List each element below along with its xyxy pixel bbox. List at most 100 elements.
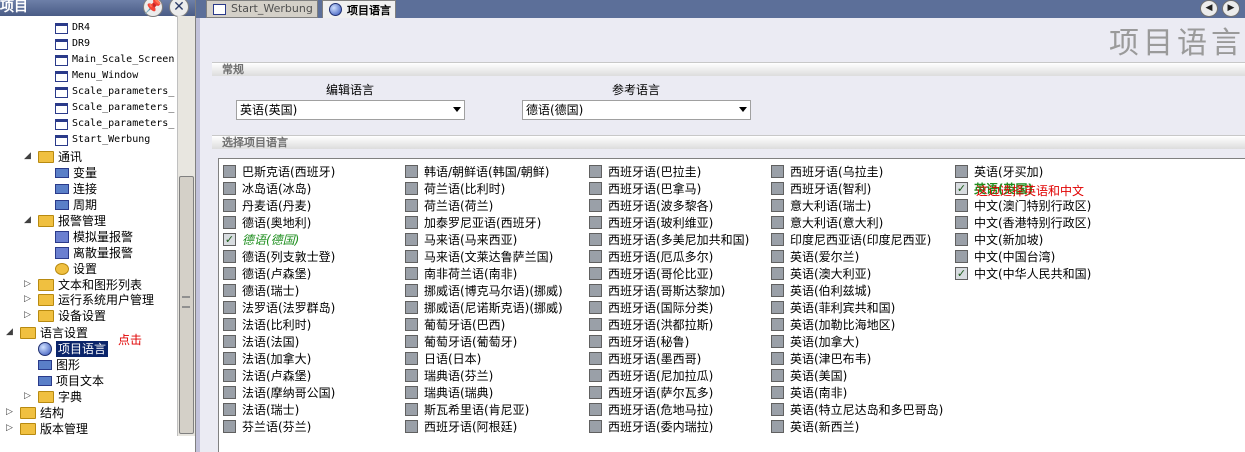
language-option[interactable]: 西班牙语(危地马拉) bbox=[589, 401, 713, 418]
tree-item[interactable]: Main_Scale_Screen bbox=[55, 52, 174, 68]
tree-item[interactable]: 连接 bbox=[55, 181, 97, 197]
checkbox[interactable] bbox=[405, 233, 418, 246]
tree-item[interactable]: 字典 bbox=[38, 389, 82, 405]
tree-item[interactable]: 设置 bbox=[55, 261, 97, 277]
checkbox[interactable] bbox=[771, 284, 784, 297]
language-option[interactable]: 西班牙语(玻利维亚) bbox=[589, 214, 713, 231]
language-option[interactable]: 中文(新加坡) bbox=[955, 231, 1043, 248]
language-option[interactable]: 法语(法国) bbox=[223, 333, 299, 350]
language-option[interactable]: 法语(瑞士) bbox=[223, 401, 299, 418]
checkbox[interactable] bbox=[405, 386, 418, 399]
checkbox[interactable] bbox=[955, 165, 968, 178]
expand-icon[interactable]: ▷ bbox=[6, 407, 16, 417]
language-option[interactable]: 西班牙语(智利) bbox=[771, 180, 871, 197]
checkbox[interactable] bbox=[223, 352, 236, 365]
checkbox[interactable] bbox=[589, 250, 602, 263]
tree-item[interactable]: 语言设置 bbox=[20, 325, 88, 341]
collapse-icon[interactable]: ◢ bbox=[24, 215, 34, 225]
tree-item[interactable]: 通讯 bbox=[38, 149, 82, 165]
checkbox[interactable] bbox=[771, 352, 784, 365]
language-option[interactable]: 加泰罗尼亚语(西班牙) bbox=[405, 214, 541, 231]
language-option[interactable]: 荷兰语(比利时) bbox=[405, 180, 505, 197]
tree-item[interactable]: 设备设置 bbox=[38, 308, 106, 324]
checkbox-checked[interactable]: ✓ bbox=[223, 233, 236, 246]
checkbox[interactable] bbox=[405, 182, 418, 195]
checkbox[interactable] bbox=[589, 335, 602, 348]
checkbox[interactable] bbox=[223, 165, 236, 178]
language-option[interactable]: 英语(爱尔兰) bbox=[771, 248, 859, 265]
language-option[interactable]: 德语(卢森堡) bbox=[223, 265, 311, 282]
language-option[interactable]: 法语(加拿大) bbox=[223, 350, 311, 367]
checkbox[interactable] bbox=[223, 386, 236, 399]
checkbox[interactable] bbox=[405, 284, 418, 297]
tree-item[interactable]: 版本管理 bbox=[20, 421, 88, 437]
language-option[interactable]: 马来语(文莱达鲁萨兰国) bbox=[405, 248, 553, 265]
language-option[interactable]: 英语(加拿大) bbox=[771, 333, 859, 350]
language-option[interactable]: 英语(菲利宾共和国) bbox=[771, 299, 895, 316]
language-option[interactable]: 英语(澳大利亚) bbox=[771, 265, 871, 282]
expand-icon[interactable]: ▷ bbox=[24, 294, 34, 304]
tree-item[interactable]: 周期 bbox=[55, 197, 97, 213]
language-option[interactable]: 西班牙语(巴拉圭) bbox=[589, 163, 701, 180]
language-option[interactable]: 法罗语(法罗群岛) bbox=[223, 299, 335, 316]
language-option[interactable]: 西班牙语(尼加拉瓜) bbox=[589, 367, 713, 384]
checkbox[interactable] bbox=[589, 420, 602, 433]
language-option[interactable]: 日语(日本) bbox=[405, 350, 481, 367]
checkbox[interactable] bbox=[405, 352, 418, 365]
language-option[interactable]: 英语(美国) bbox=[771, 367, 847, 384]
tree-item[interactable]: 项目语言 bbox=[38, 341, 109, 357]
tree-item[interactable]: 离散量报警 bbox=[55, 245, 133, 261]
language-option[interactable]: 英语(牙买加) bbox=[955, 163, 1043, 180]
language-option[interactable]: 丹麦语(丹麦) bbox=[223, 197, 311, 214]
checkbox[interactable] bbox=[223, 284, 236, 297]
language-option[interactable]: 西班牙语(墨西哥) bbox=[589, 350, 701, 367]
checkbox-checked[interactable]: ✓ bbox=[955, 267, 968, 280]
checkbox[interactable] bbox=[223, 420, 236, 433]
checkbox[interactable] bbox=[589, 216, 602, 229]
language-option[interactable]: 德语(列支敦士登) bbox=[223, 248, 335, 265]
chevron-down-icon[interactable] bbox=[739, 107, 747, 112]
language-option[interactable]: 西班牙语(国际分类) bbox=[589, 299, 713, 316]
checkbox[interactable] bbox=[223, 199, 236, 212]
tree-item[interactable]: Scale_parameters_ bbox=[55, 100, 174, 116]
language-option[interactable]: 荷兰语(荷兰) bbox=[405, 197, 493, 214]
language-option[interactable]: 英语(津巴布韦) bbox=[771, 350, 871, 367]
language-option[interactable]: 西班牙语(波多黎各) bbox=[589, 197, 713, 214]
checkbox[interactable] bbox=[223, 250, 236, 263]
checkbox[interactable] bbox=[771, 216, 784, 229]
language-option[interactable]: 西班牙语(洪都拉斯) bbox=[589, 316, 713, 333]
language-option[interactable]: 中文(香港特别行政区) bbox=[955, 214, 1091, 231]
collapse-icon[interactable]: ◢ bbox=[24, 151, 34, 161]
language-option[interactable]: 西班牙语(厄瓜多尔) bbox=[589, 248, 713, 265]
tree-item[interactable]: Menu_Window bbox=[55, 68, 138, 84]
tree-item[interactable]: DR9 bbox=[55, 36, 90, 52]
language-option[interactable]: 葡萄牙语(巴西) bbox=[405, 316, 505, 333]
checkbox[interactable] bbox=[589, 182, 602, 195]
checkbox[interactable] bbox=[771, 403, 784, 416]
pin-icon[interactable]: 📌 bbox=[143, 0, 163, 17]
checkbox[interactable] bbox=[589, 318, 602, 331]
language-option[interactable]: 西班牙语(秘鲁) bbox=[589, 333, 689, 350]
checkbox[interactable] bbox=[405, 420, 418, 433]
checkbox[interactable] bbox=[771, 182, 784, 195]
language-option[interactable]: 西班牙语(哥伦比亚) bbox=[589, 265, 713, 282]
checkbox[interactable] bbox=[223, 301, 236, 314]
tree-item[interactable]: Scale_parameters_ bbox=[55, 116, 174, 132]
expand-icon[interactable]: ▷ bbox=[24, 279, 34, 289]
checkbox[interactable] bbox=[405, 403, 418, 416]
language-option[interactable]: 中文(中国台湾) bbox=[955, 248, 1055, 265]
tree-scrollbar[interactable] bbox=[177, 16, 195, 436]
checkbox[interactable] bbox=[223, 318, 236, 331]
close-icon[interactable]: ✕ bbox=[169, 0, 189, 17]
checkbox[interactable] bbox=[955, 233, 968, 246]
language-option[interactable]: 斯瓦希里语(肯尼亚) bbox=[405, 401, 529, 418]
tree-item[interactable]: DR4 bbox=[55, 20, 90, 36]
checkbox[interactable] bbox=[589, 403, 602, 416]
language-option[interactable]: 中文(澳门特别行政区) bbox=[955, 197, 1091, 214]
tree-item[interactable]: 文本和图形列表 bbox=[38, 277, 142, 293]
checkbox[interactable] bbox=[771, 199, 784, 212]
checkbox[interactable] bbox=[771, 267, 784, 280]
checkbox[interactable] bbox=[223, 369, 236, 382]
tree-item[interactable]: Scale_parameters_ bbox=[55, 84, 174, 100]
language-option[interactable]: 英语(伯利兹城) bbox=[771, 282, 871, 299]
